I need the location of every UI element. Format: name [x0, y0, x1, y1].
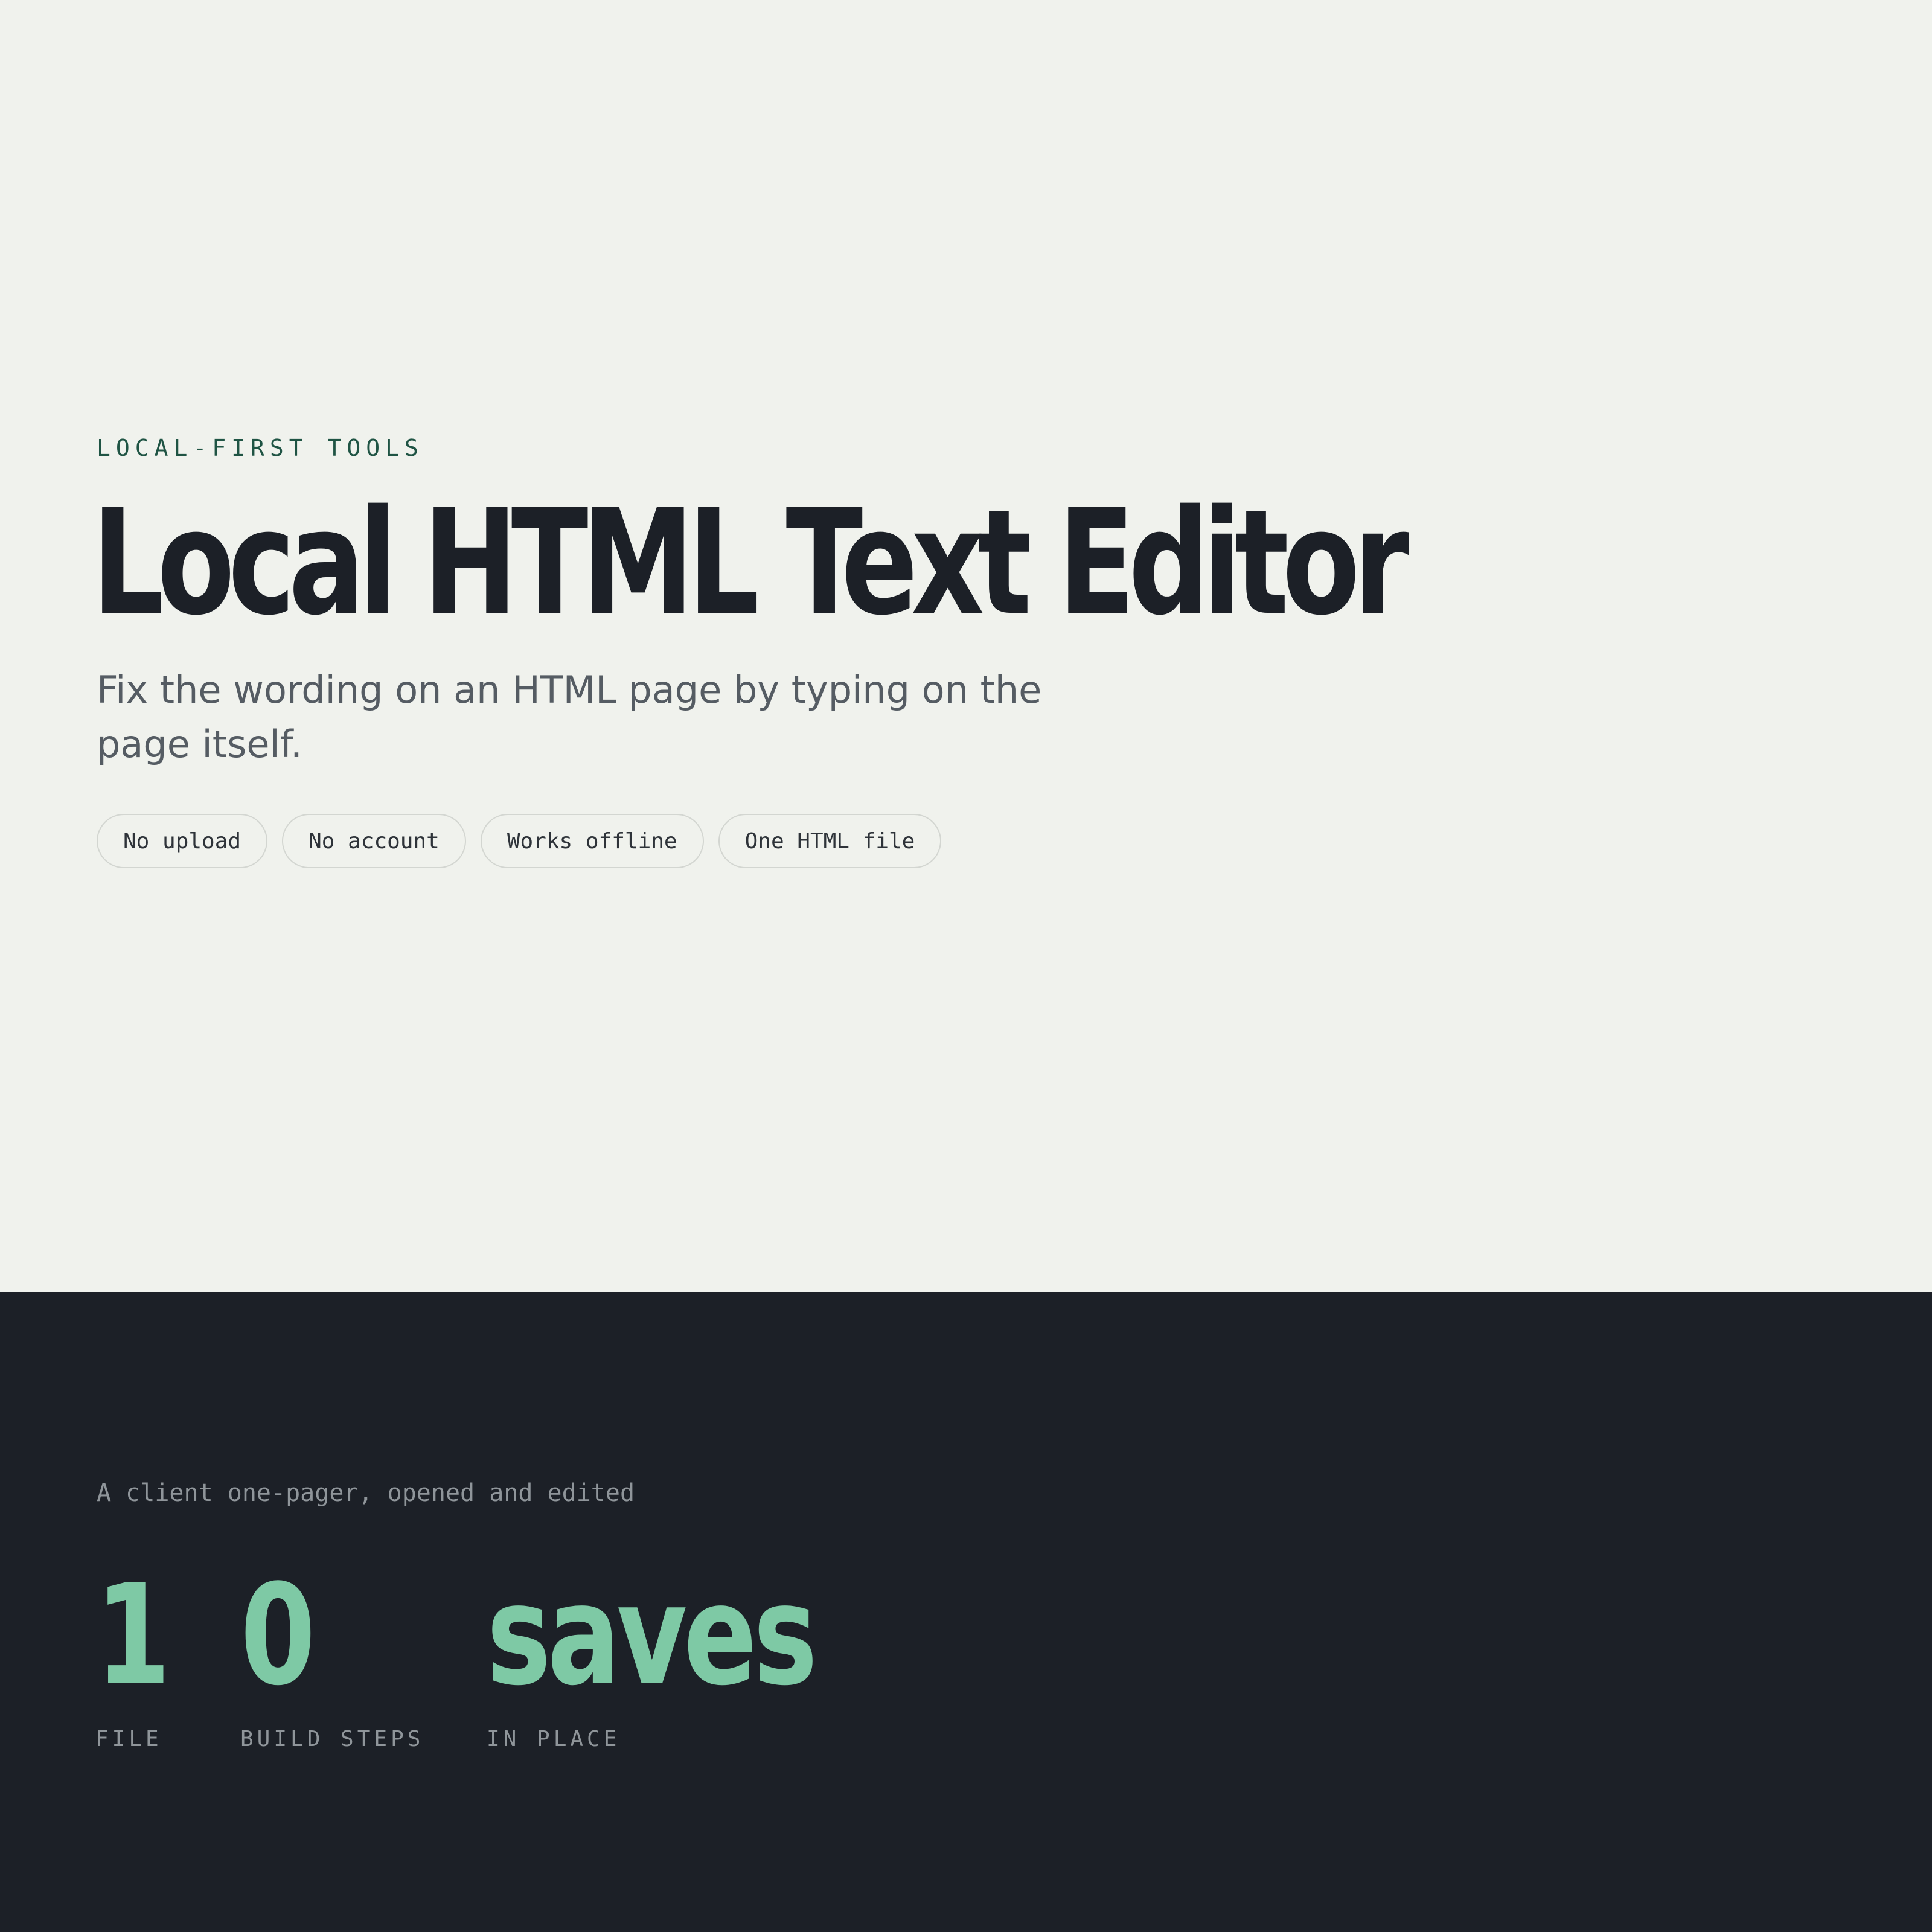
stat-label: BUILD STEPS — [240, 1727, 424, 1751]
stat-value: 1 — [95, 1555, 171, 1716]
stat-file: 1 FILE — [95, 1555, 187, 1752]
tag-one-html-file: One HTML file — [718, 814, 942, 868]
feature-tags: No upload No account Works offline One H… — [97, 814, 942, 868]
stat-value: saves — [487, 1555, 817, 1716]
demo-caption: A client one-pager, opened and edited — [97, 1479, 635, 1507]
page-subtitle: Fix the wording on an HTML page by typin… — [97, 668, 1042, 766]
stat-saves: saves IN PLACE — [487, 1555, 906, 1752]
stat-value: 0 — [240, 1555, 316, 1716]
tag-no-upload: No upload — [97, 814, 268, 868]
hero-section: LOCAL-FIRST TOOLS Local HTML Text Editor… — [0, 0, 1932, 1292]
stat-label: FILE — [95, 1727, 162, 1751]
tag-works-offline: Works offline — [480, 814, 704, 868]
tag-no-account: No account — [282, 814, 466, 868]
eyebrow-label: LOCAL-FIRST TOOLS — [97, 435, 424, 461]
demo-section: A client one-pager, opened and edited 1 … — [0, 1292, 1932, 1932]
page-title: Local HTML Text Editor — [92, 478, 1409, 647]
stat-label: IN PLACE — [487, 1727, 621, 1751]
stat-build-steps: 0 BUILD STEPS — [240, 1555, 424, 1752]
